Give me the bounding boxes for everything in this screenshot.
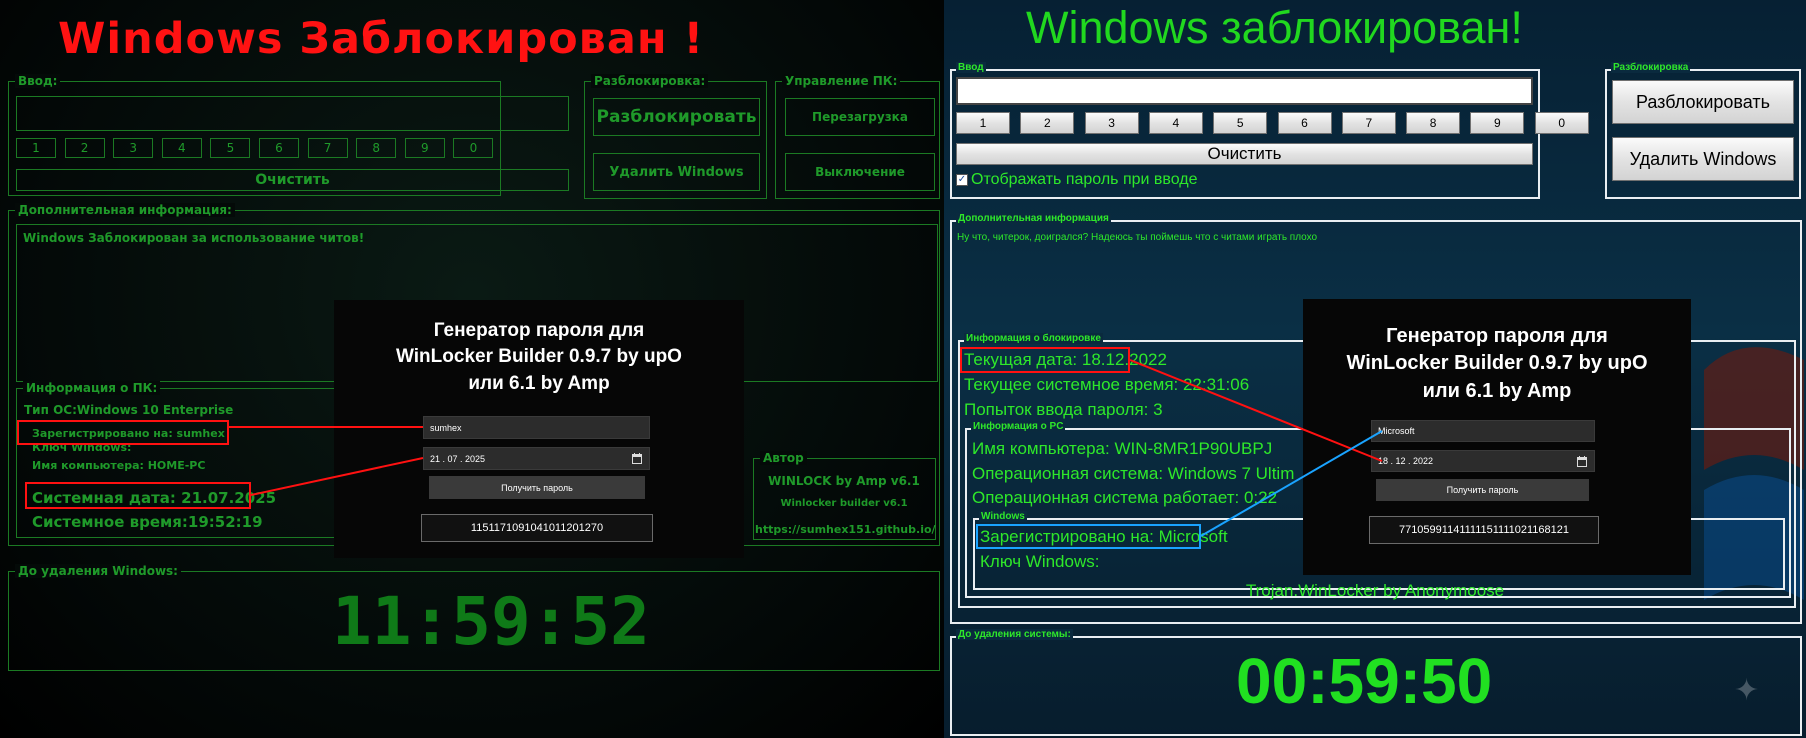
keypad-key-0[interactable]: 0 [1534,112,1589,134]
keypad-key-0[interactable]: 0 [453,138,494,158]
keypad-key-7[interactable]: 7 [1341,112,1396,134]
keypad-key-9[interactable]: 9 [404,138,445,158]
keypad-key-2[interactable]: 2 [1020,112,1075,134]
keypad-key-1[interactable]: 1 [956,112,1010,134]
keypad-key-8[interactable]: 8 [356,138,397,158]
keypad-key-8[interactable]: 8 [1406,112,1461,134]
keypad-key-6[interactable]: 6 [259,138,299,158]
connector-lines [229,426,424,496]
keypad-key-3[interactable]: 3 [113,138,154,158]
keypad-key-4[interactable]: 4 [1148,112,1203,134]
keypad-key-4[interactable]: 4 [161,138,202,158]
keypad-key-1[interactable]: 1 [16,138,56,158]
left-screenshot: Windows Заблокирован ! Ввод: Очистить Ра… [0,0,944,738]
connector-name [1200,430,1383,537]
connector-date [250,457,424,496]
keypad-key-7[interactable]: 7 [307,138,348,158]
keypad-key-2[interactable]: 2 [64,138,105,158]
connector-lines [1129,359,1383,537]
keypad-key-3[interactable]: 3 [1084,112,1139,134]
connector-date [1129,359,1383,462]
keypad-key-9[interactable]: 9 [1470,112,1525,134]
keypad-key-6[interactable]: 6 [1277,112,1332,134]
right-screenshot: ✦ Windows заблокирован! Ввод Очистить ✓ … [944,0,1806,738]
keypad-key-5[interactable]: 5 [210,138,251,158]
keypad-key-5[interactable]: 5 [1213,112,1268,134]
